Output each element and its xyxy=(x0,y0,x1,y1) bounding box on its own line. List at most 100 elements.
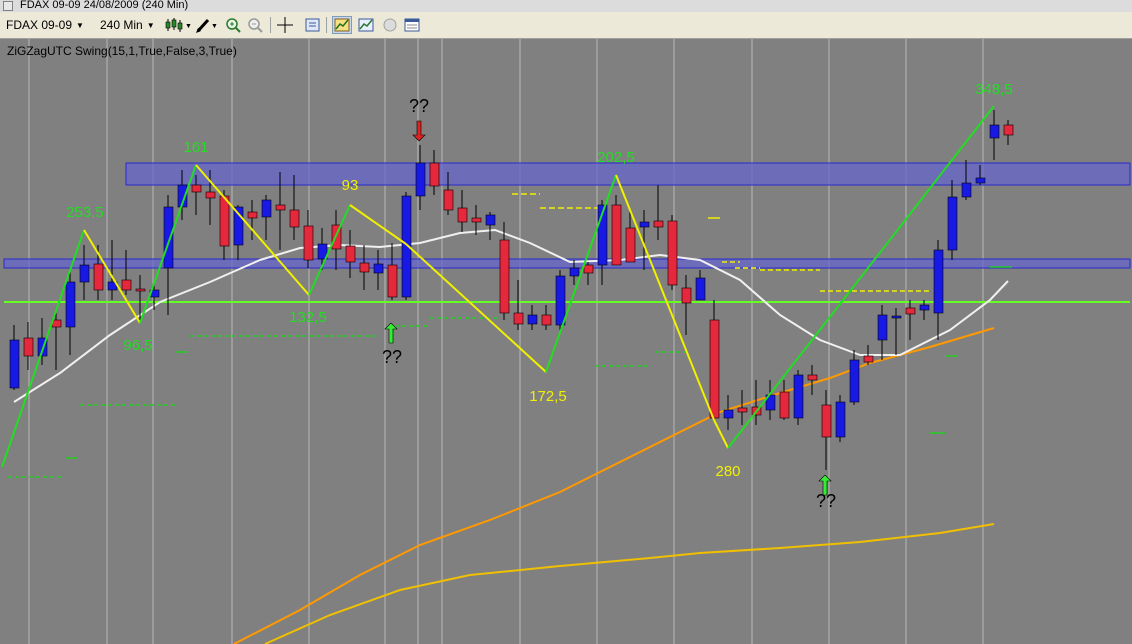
svg-text:▼: ▼ xyxy=(211,23,218,30)
data-box-icon xyxy=(404,18,420,32)
candlestick-chart-icon: ▼ xyxy=(165,18,192,32)
strategy-icon xyxy=(358,18,374,32)
candle-body xyxy=(891,315,902,319)
svg-text:▼: ▼ xyxy=(185,23,192,30)
candle-body xyxy=(975,177,986,184)
candle-body xyxy=(989,124,1000,139)
zoom-in-icon xyxy=(226,18,241,33)
candle-body xyxy=(583,264,594,274)
candle-body xyxy=(79,264,90,283)
chevron-down-icon: ▼ xyxy=(76,21,84,30)
timeframe-label: 240 Min xyxy=(100,18,143,32)
candle-body xyxy=(905,307,916,315)
swing-label: ?? xyxy=(382,347,402,367)
candle-body xyxy=(93,263,104,291)
candle-body xyxy=(135,288,146,292)
swing-label: 161 xyxy=(183,139,208,156)
candle-body xyxy=(555,275,566,326)
candle-body xyxy=(303,225,314,261)
candle-body xyxy=(1003,124,1014,136)
candle-body xyxy=(261,199,272,218)
swing-label: ?? xyxy=(816,491,836,511)
properties-icon xyxy=(305,18,320,32)
timeframe-dropdown[interactable]: 240 Min ▼ xyxy=(96,16,162,34)
candle-body xyxy=(961,182,972,198)
chart-toolbar: FDAX 09-09 ▼ 240 Min ▼ ▼ ▼ xyxy=(0,12,1132,39)
strategy-button[interactable] xyxy=(356,16,376,34)
candle-body xyxy=(737,407,748,413)
candle-body xyxy=(695,277,706,301)
drawing-pencil-icon: ▼ xyxy=(196,18,218,33)
drawing-tools-button[interactable]: ▼ xyxy=(194,16,220,34)
candle xyxy=(835,395,846,442)
candle-body xyxy=(387,264,398,298)
candle-body xyxy=(821,404,832,438)
candle-body xyxy=(219,195,230,247)
swing-label: 132,5 xyxy=(289,309,327,326)
swing-label: 253,5 xyxy=(66,204,104,221)
candle-body xyxy=(807,374,818,381)
swing-label: 96,5 xyxy=(123,337,152,354)
swing-label: 172,5 xyxy=(529,388,567,405)
candle-body xyxy=(471,217,482,223)
candle-body xyxy=(499,239,510,314)
candle-body xyxy=(611,204,622,266)
record-icon xyxy=(383,18,397,32)
candle xyxy=(611,195,622,266)
candle-body xyxy=(625,227,636,263)
candle-body xyxy=(863,355,874,363)
instrument-label: FDAX 09-09 xyxy=(6,18,73,32)
zoom-out-button[interactable] xyxy=(246,16,266,34)
candle-body xyxy=(163,206,174,269)
zoom-in-button[interactable] xyxy=(224,16,244,34)
indicators-icon xyxy=(334,18,350,32)
data-box-button[interactable] xyxy=(402,16,422,34)
candle-body xyxy=(485,214,496,226)
candle-body xyxy=(779,391,790,419)
indicator-label: ZiGZagUTC Swing(15,1,True,False,3,True) xyxy=(7,44,237,58)
crosshair-button[interactable] xyxy=(275,16,295,34)
candle-body xyxy=(681,287,692,304)
candle-body xyxy=(653,220,664,228)
app-icon xyxy=(3,1,13,11)
indicators-button[interactable] xyxy=(332,16,352,34)
crosshair-icon xyxy=(277,17,293,33)
candle-body xyxy=(23,337,34,357)
candle-body xyxy=(205,191,216,199)
candle-body xyxy=(527,314,538,325)
candle-body xyxy=(345,245,356,263)
candle-body xyxy=(191,184,202,193)
candle-body xyxy=(877,314,888,341)
candle-body xyxy=(275,204,286,211)
candle-body xyxy=(373,263,384,274)
candle-body xyxy=(667,220,678,286)
swing-label: 202,5 xyxy=(597,149,635,166)
candle-body xyxy=(247,211,258,219)
candle-body xyxy=(359,262,370,273)
properties-button[interactable] xyxy=(303,16,323,34)
candle xyxy=(793,370,804,425)
candle-body xyxy=(919,304,930,311)
swing-label: ?? xyxy=(409,96,429,116)
candle-body xyxy=(569,267,580,277)
swing-label: 93 xyxy=(342,177,359,194)
candle-body xyxy=(65,281,76,328)
toolbar-separator xyxy=(270,17,271,33)
candle-body xyxy=(933,249,944,314)
candle-body xyxy=(9,339,20,389)
candle-body xyxy=(541,314,552,326)
swing-label: 280 xyxy=(715,463,740,480)
window-title: FDAX 09-09 24/08/2009 (240 Min) xyxy=(20,0,189,11)
candle-body xyxy=(289,209,300,228)
candle-body xyxy=(415,162,426,197)
instrument-dropdown[interactable]: FDAX 09-09 ▼ xyxy=(2,16,94,34)
candle-body xyxy=(429,162,440,187)
toolbar-separator xyxy=(326,17,327,33)
price-chart[interactable]: 253,5 161 96,5 93 132,5???? 172,5 202,5 280?? 34… xyxy=(0,39,1132,644)
chart-background xyxy=(0,39,1132,644)
candle-body xyxy=(639,221,650,228)
candle-body xyxy=(835,401,846,438)
chart-style-button[interactable]: ▼ xyxy=(164,16,192,34)
candle-body xyxy=(849,359,860,403)
record-button[interactable] xyxy=(380,16,400,34)
